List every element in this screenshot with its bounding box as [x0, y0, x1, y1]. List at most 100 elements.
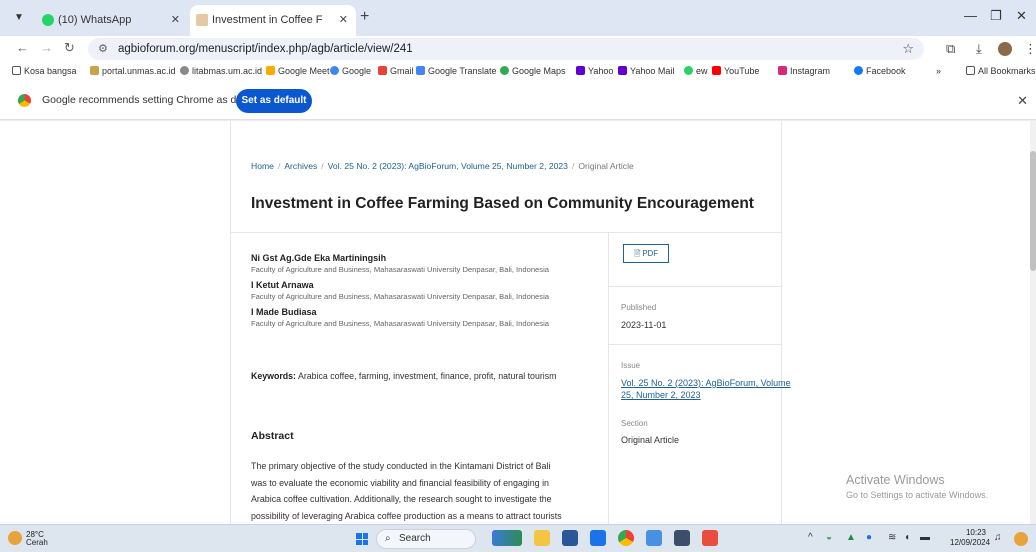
- app-icon[interactable]: [702, 530, 718, 546]
- keywords-label: Keywords:: [251, 371, 296, 381]
- back-arrow-icon[interactable]: ←: [16, 40, 29, 55]
- bookmark-item[interactable]: Yahoo: [576, 66, 613, 76]
- gmail-icon: [378, 66, 387, 75]
- extensions-icon[interactable]: ⧉: [946, 41, 955, 57]
- bookmark-star-icon[interactable]: ☆: [902, 38, 914, 60]
- word-icon[interactable]: [562, 530, 578, 546]
- abstract-line: was to evaluate the economic viability a…: [251, 477, 549, 488]
- tab-search-chevron-icon[interactable]: ▼: [10, 9, 28, 27]
- media-icon[interactable]: [674, 530, 690, 546]
- bookmark-item[interactable]: Google Meet: [266, 66, 330, 76]
- activate-windows-watermark: Activate Windows Go to Settings to activ…: [846, 473, 989, 500]
- forward-arrow-icon[interactable]: →: [40, 40, 53, 55]
- youtube-icon: [712, 66, 721, 75]
- yahoo-icon: [576, 66, 585, 75]
- document-icon: 🗎: [633, 249, 641, 258]
- menu-kebab-icon[interactable]: ⋮: [1024, 41, 1036, 57]
- download-icon[interactable]: ⤓: [976, 41, 982, 57]
- store-icon[interactable]: [590, 530, 606, 546]
- bookmark-item[interactable]: Yahoo Mail: [618, 66, 674, 76]
- set-as-default-button[interactable]: Set as default: [236, 89, 312, 113]
- volume-icon[interactable]: ◖: [904, 532, 910, 543]
- address-bar[interactable]: ⚙ agbioforum.org/menuscript/index.php/ag…: [88, 38, 924, 60]
- bookmark-item[interactable]: portal.unmas.ac.id: [90, 66, 176, 76]
- scrollbar-thumb[interactable]: [1030, 151, 1036, 271]
- clock-time: 10:23: [965, 528, 986, 537]
- article-container: Home / Archives / Vol. 25 No. 2 (2023): AgBi…: [230, 121, 791, 524]
- google-meet-icon: [266, 66, 275, 75]
- minimize-icon[interactable]: —: [964, 8, 977, 23]
- published-section: Published 2023-11-01: [609, 286, 781, 344]
- chevron-up-icon[interactable]: ^: [808, 532, 813, 543]
- bookmark-item[interactable]: Kosa bangsa: [12, 66, 77, 76]
- bookmark-item[interactable]: ew: [684, 66, 708, 76]
- file-explorer-icon[interactable]: [534, 530, 550, 546]
- close-tab-icon[interactable]: ✕: [339, 5, 348, 35]
- widgets-icon[interactable]: [492, 530, 522, 546]
- tab-article[interactable]: Investment in Coffee Farming B ✕: [190, 5, 356, 36]
- tab-whatsapp[interactable]: (10) WhatsApp ✕: [36, 5, 188, 36]
- breadcrumb-current: Original Article: [578, 161, 634, 171]
- google-drive-icon[interactable]: ▲: [846, 532, 856, 543]
- taskbar: 28°C Cerah ⌕ Search ^ ◒ ▲ ● ≋ ◖ ▬ 10:23 …: [0, 524, 1036, 552]
- bookmark-overflow-button[interactable]: »: [936, 66, 941, 76]
- copilot-icon[interactable]: [1014, 532, 1028, 546]
- folder-icon: [12, 66, 21, 75]
- app-icon[interactable]: [646, 530, 662, 546]
- close-window-icon[interactable]: ✕: [1016, 8, 1027, 24]
- bookmark-item[interactable]: YouTube: [712, 66, 759, 76]
- start-windows-icon[interactable]: [356, 533, 368, 545]
- author-affiliation: Faculty of Agriculture and Business, Mah…: [251, 319, 549, 328]
- pdf-button[interactable]: 🗎 PDF: [623, 244, 669, 263]
- notification-bell-icon[interactable]: ♫: [994, 532, 1002, 543]
- all-bookmarks[interactable]: All Bookmarks: [966, 66, 1036, 76]
- weather-widget[interactable]: 28°C Cerah: [8, 531, 48, 547]
- wifi-icon[interactable]: ≋: [888, 532, 896, 543]
- close-tab-icon[interactable]: ✕: [171, 5, 180, 35]
- author-affiliation: Faculty of Agriculture and Business, Mah…: [251, 265, 549, 274]
- breadcrumb-archives[interactable]: Archives: [284, 161, 317, 171]
- site-info-icon[interactable]: ⚙: [98, 38, 108, 60]
- published-label: Published: [621, 303, 657, 312]
- bookmark-item[interactable]: litabmas.um.ac.id: [180, 66, 262, 76]
- new-tab-plus-icon[interactable]: +: [360, 8, 369, 26]
- bookmark-item[interactable]: Google Translate: [416, 66, 497, 76]
- battery-icon[interactable]: ▬: [920, 532, 930, 543]
- author-name: Ni Gst Ag.Gde Eka Martiningsih: [251, 253, 387, 263]
- tray-app-icon[interactable]: ◒: [826, 532, 832, 543]
- page-title: Investment in Coffee Farming Based on Co…: [251, 195, 754, 212]
- clock-date: 12/09/2024: [950, 538, 991, 547]
- clock[interactable]: 10:23 12/09/2024: [950, 528, 991, 548]
- unmas-icon: [90, 66, 99, 75]
- author-item: I Made Budiasa Faculty of Agriculture an…: [251, 307, 603, 328]
- weather-icon: [8, 531, 22, 545]
- author-name: I Ketut Arnawa: [251, 280, 314, 290]
- section-label: Section: [621, 419, 648, 428]
- infobar-message: Google recommends setting Chrome as defa…: [42, 94, 263, 106]
- tray-app-icon[interactable]: ●: [866, 532, 872, 543]
- bookmark-item[interactable]: Gmail: [378, 66, 414, 76]
- breadcrumb-issue[interactable]: Vol. 25 No. 2 (2023): AgBioForum, Volume…: [328, 161, 568, 171]
- breadcrumb-home[interactable]: Home: [251, 161, 274, 171]
- profile-avatar[interactable]: [998, 42, 1012, 56]
- chrome-icon[interactable]: [618, 530, 634, 546]
- search-label: Search: [399, 533, 431, 544]
- bookmark-item[interactable]: Google Maps: [500, 66, 566, 76]
- restore-icon[interactable]: ❐: [990, 8, 1002, 24]
- instagram-icon: [778, 66, 787, 75]
- abstract-line: possibility of leveraging Arabica coffee…: [251, 510, 562, 521]
- close-icon[interactable]: ✕: [1017, 93, 1028, 109]
- google-translate-icon: [416, 66, 425, 75]
- taskbar-search[interactable]: ⌕ Search: [376, 529, 476, 549]
- author-item: I Ketut Arnawa Faculty of Agriculture an…: [251, 280, 603, 301]
- bookmark-item[interactable]: Instagram: [778, 66, 830, 76]
- bookmark-item[interactable]: Google: [330, 66, 371, 76]
- abstract-line: Arabica coffee cultivation. Additionally…: [251, 494, 552, 504]
- issue-section: Issue Vol. 25 No. 2 (2023): AgBioForum, …: [609, 344, 791, 468]
- bookmark-item[interactable]: Facebook: [854, 66, 906, 76]
- section-value: Original Article: [621, 435, 680, 445]
- reload-icon[interactable]: ↻: [64, 40, 75, 56]
- issue-link[interactable]: Vol. 25 No. 2 (2023): AgBioForum, Volume…: [621, 377, 801, 401]
- google-maps-icon: [500, 66, 509, 75]
- author-affiliation: Faculty of Agriculture and Business, Mah…: [251, 292, 549, 301]
